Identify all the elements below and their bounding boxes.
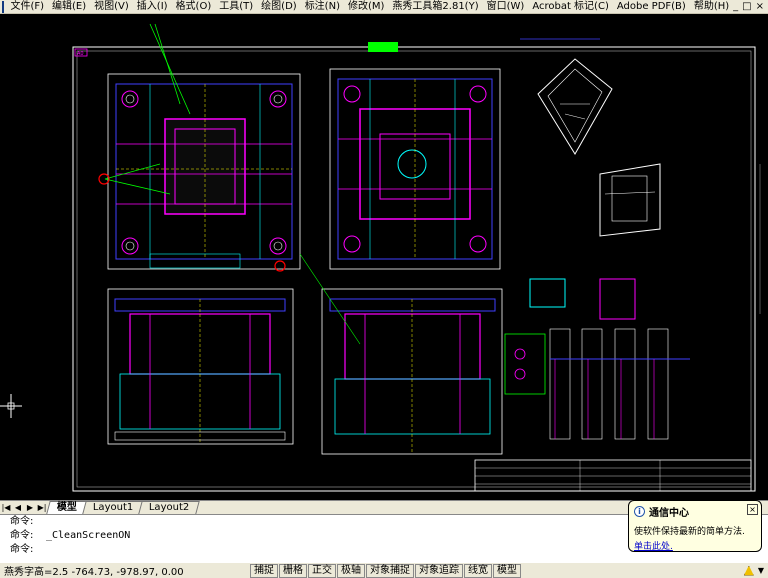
tab-prev-icon[interactable]: ◀ (12, 502, 24, 514)
app-icon[interactable] (2, 0, 5, 13)
ortho-toggle[interactable]: 正交 (308, 563, 336, 578)
detail-box-2 (599, 278, 636, 320)
sheet-label: A0 (77, 51, 84, 57)
menu-help[interactable]: 帮助(H) (690, 0, 733, 14)
plan-view-left (98, 23, 301, 270)
menu-acrobat-markup[interactable]: Acrobat 标记(C) (528, 0, 613, 14)
tab-layout2[interactable]: Layout2 (138, 501, 201, 514)
minimize-button[interactable]: _ (733, 1, 738, 12)
menu-insert[interactable]: 插入(I) (133, 0, 172, 14)
menu-file[interactable]: 文件(F) (6, 0, 48, 14)
detail-box-1 (529, 278, 566, 308)
iso-view-1 (537, 58, 613, 155)
menu-view[interactable]: 视图(V) (90, 0, 133, 14)
coordinate-readout: 燕秀字高=2.5 -764.73, -978.97, 0.00 (4, 567, 184, 578)
tab-next-icon[interactable]: ▶ (24, 502, 36, 514)
snap-toggle[interactable]: 捕捉 (250, 563, 278, 578)
info-icon: i (634, 506, 645, 517)
menu-adobe-pdf[interactable]: Adobe PDF(B) (613, 0, 690, 14)
model-toggle[interactable]: 模型 (493, 563, 521, 578)
crosshair-cursor (0, 394, 22, 418)
warning-icon[interactable] (743, 565, 754, 576)
balloon-link[interactable]: 单击此处. (634, 539, 756, 552)
menu-draw[interactable]: 绘图(D) (257, 0, 301, 14)
menu-yanxiu-toolbox[interactable]: 燕秀工具箱2.81(Y) (388, 0, 482, 14)
notification-balloon: i 通信中心 × 使软件保持最新的简单方法. 单击此处. (628, 500, 762, 552)
title-block (474, 459, 752, 492)
section-view-left (107, 260, 294, 445)
balloon-message: 使软件保持最新的简单方法. (634, 527, 745, 537)
polar-toggle[interactable]: 极轴 (337, 563, 365, 578)
cad-drawing: A0 (0, 23, 761, 492)
menu-bar: 文件(F) 编辑(E) 视图(V) 插入(I) 格式(O) 工具(T) 绘图(D… (0, 0, 768, 14)
drawing-canvas[interactable]: A0 (0, 14, 768, 500)
balloon-title: 通信中心 (649, 508, 689, 519)
otrack-toggle[interactable]: 对象追踪 (415, 563, 463, 578)
tray-menu-arrow-icon[interactable]: ▼ (758, 566, 764, 576)
balloon-close-button[interactable]: × (747, 504, 758, 515)
tab-layout1[interactable]: Layout1 (82, 501, 145, 514)
tab-first-icon[interactable]: |◀ (0, 502, 12, 514)
restore-button[interactable]: □ (742, 1, 751, 12)
iso-view-2 (599, 163, 661, 237)
part-sections (549, 328, 690, 440)
menu-edit[interactable]: 编辑(E) (48, 0, 90, 14)
status-bar: 燕秀字高=2.5 -764.73, -978.97, 0.00 捕捉 栅格 正交… (0, 562, 768, 578)
close-button[interactable]: × (756, 1, 764, 12)
menu-modify[interactable]: 修改(M) (344, 0, 388, 14)
menu-tools[interactable]: 工具(T) (215, 0, 257, 14)
lineweight-toggle[interactable]: 线宽 (464, 563, 492, 578)
menu-window[interactable]: 窗口(W) (483, 0, 529, 14)
menu-format[interactable]: 格式(O) (172, 0, 216, 14)
menu-dimension[interactable]: 标注(N) (301, 0, 344, 14)
grid-toggle[interactable]: 栅格 (279, 563, 307, 578)
section-view-middle (299, 253, 546, 455)
osnap-toggle[interactable]: 对象捕捉 (366, 563, 414, 578)
